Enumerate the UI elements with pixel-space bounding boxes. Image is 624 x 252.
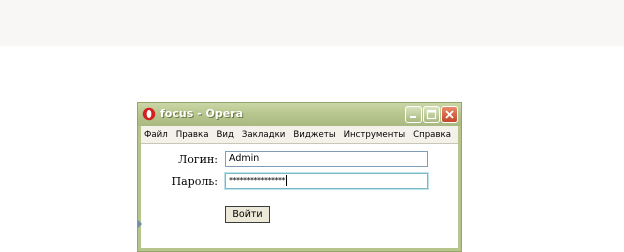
menu-item-tools[interactable]: Инструменты (340, 130, 410, 140)
menu-item-help[interactable]: Справка (409, 130, 455, 140)
menu-item-edit[interactable]: Правка (172, 130, 213, 140)
password-input[interactable]: **************** (225, 173, 428, 189)
opera-icon (142, 107, 156, 121)
password-input-value: **************** (229, 176, 286, 185)
password-label: Пароль: (171, 175, 219, 188)
menu-item-bookmarks[interactable]: Закладки (238, 130, 289, 140)
opera-window: focus - Opera Файл Правка Вид Закладки В… (137, 102, 462, 252)
menu-item-file[interactable]: Файл (141, 130, 172, 140)
panel-toggle-arrow-icon[interactable] (138, 220, 142, 228)
page-content: Логин: Admin Пароль: **************** Во… (138, 143, 458, 248)
close-icon (445, 110, 454, 119)
login-input-value: Admin (229, 153, 260, 164)
login-input[interactable]: Admin (225, 151, 428, 167)
login-label: Логин: (178, 153, 218, 166)
maximize-button[interactable] (423, 106, 440, 123)
menu-item-view[interactable]: Вид (212, 130, 237, 140)
maximize-icon (426, 109, 437, 120)
window-title: focus - Opera (160, 107, 243, 120)
close-button[interactable] (441, 106, 458, 123)
page-top-band (0, 0, 624, 46)
menu-item-widgets[interactable]: Виджеты (289, 130, 339, 140)
minimize-icon (410, 116, 416, 118)
login-submit-button[interactable]: Войти (225, 206, 270, 223)
text-caret (286, 175, 287, 186)
menu-bar: Файл Правка Вид Закладки Виджеты Инструм… (141, 126, 458, 143)
minimize-button[interactable] (405, 106, 422, 123)
title-bar[interactable]: focus - Opera (138, 103, 461, 126)
